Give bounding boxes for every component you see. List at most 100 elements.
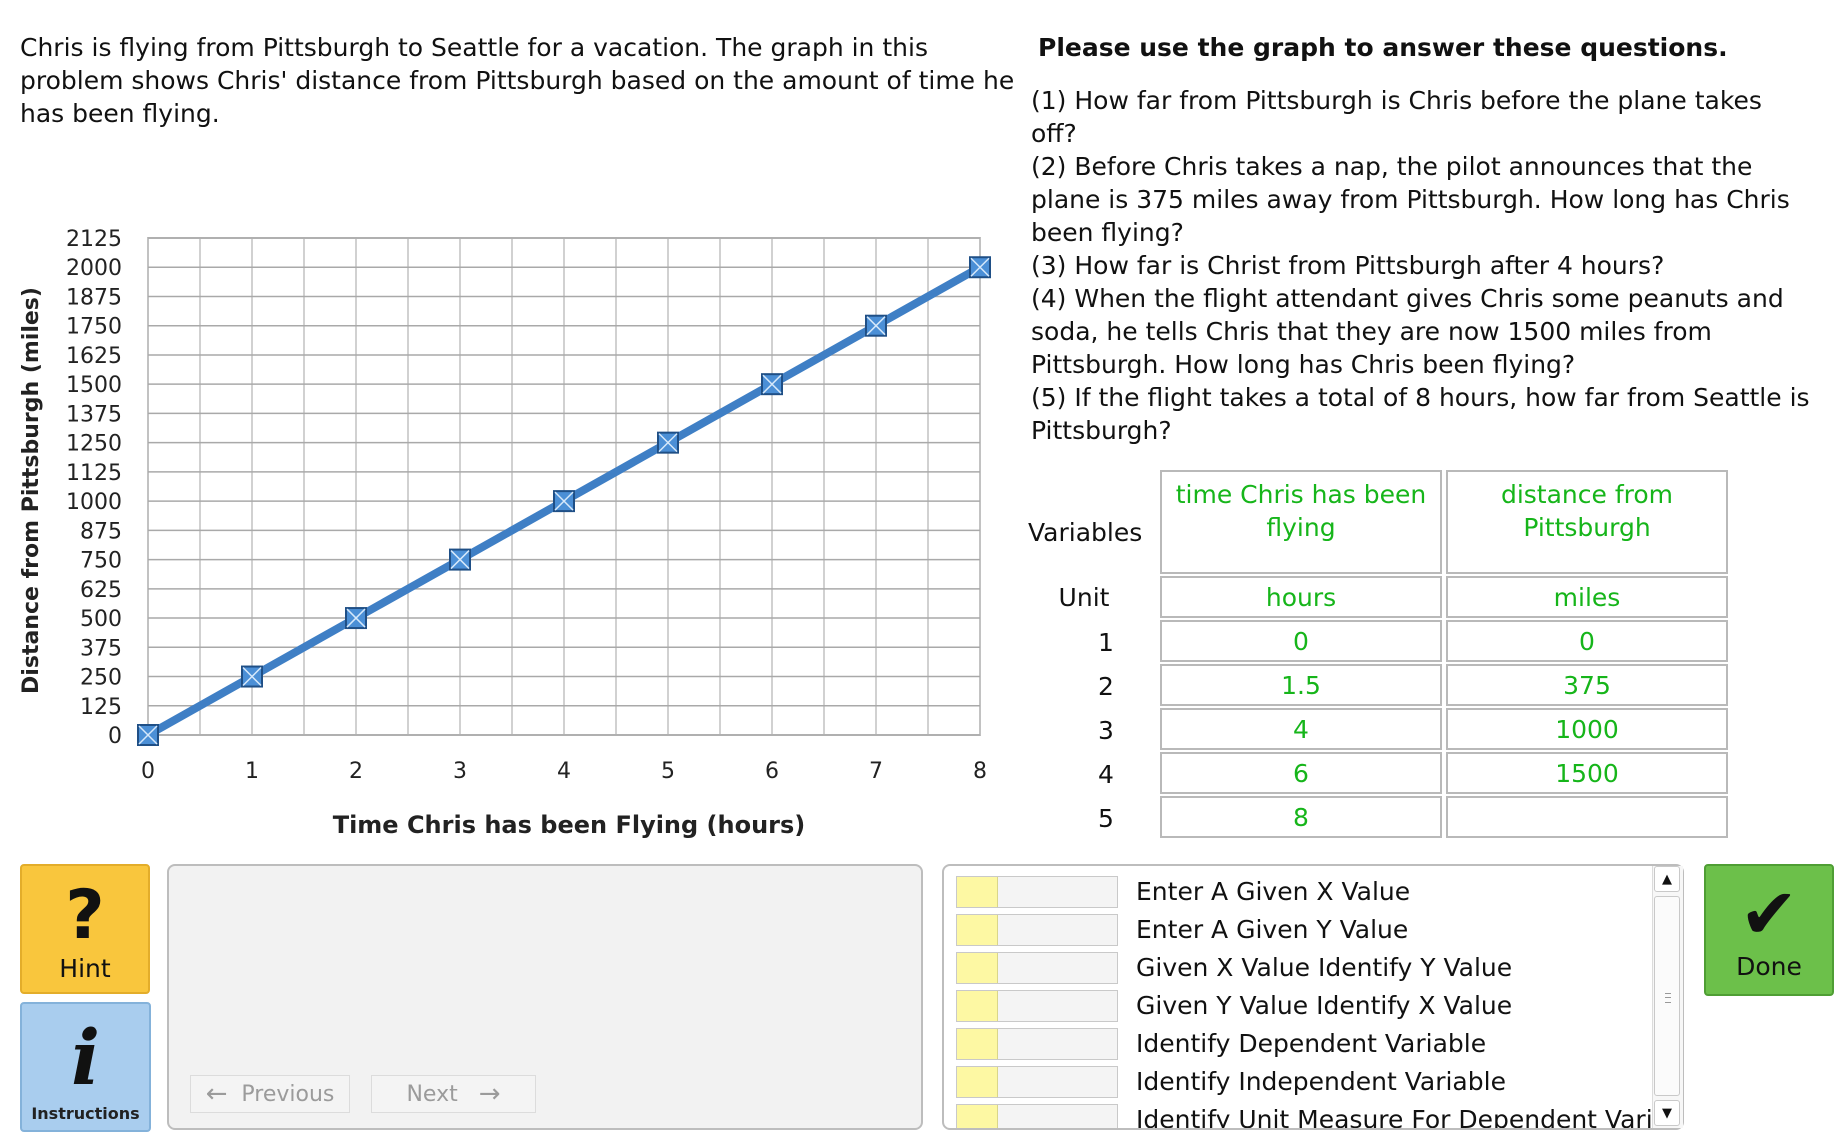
skill-progress-bar [956,1104,1118,1128]
x-tick-label: 6 [765,759,779,784]
skills-panel: Enter A Given X Value Enter A Given Y Va… [942,864,1684,1130]
distance-time-chart: 0125250375500625750875100011251250137515… [19,227,991,839]
skill-name: Given X Value Identify Y Value [1136,953,1513,982]
skill-progress-bar [956,1028,1118,1060]
cell-x[interactable]: 8 [1160,796,1442,838]
cell-y[interactable]: 1000 [1446,708,1728,750]
skill-name: Identify Unit Measure For Dependent Vari… [1136,1105,1684,1130]
y-tick-label: 1125 [66,461,122,486]
cell-y[interactable]: 0 [1446,620,1728,662]
row-number: 5 [1098,804,1114,833]
row-number: 3 [1098,716,1114,745]
y-axis-label: Distance from Pittsburgh (miles) [19,287,44,694]
y-tick-label: 500 [80,607,122,632]
skill-row: Identify Dependent Variable [956,1028,1656,1060]
checkmark-icon: ✔ [1739,873,1799,955]
y-tick-label: 0 [108,724,122,749]
variables-label: Variables [1028,518,1143,547]
arrow-left-icon: ← [205,1079,228,1109]
x-axis-label: Time Chris has been Flying (hours) [333,811,806,839]
x-tick-label: 7 [869,759,883,784]
arrow-right-icon: → [478,1079,501,1109]
row-number: 4 [1098,760,1114,789]
instructions-label: Instructions [31,1104,140,1123]
row-number: 1 [1098,628,1114,657]
skill-progress-bar [956,952,1118,984]
y-tick-label: 125 [80,695,122,720]
cell-x[interactable]: 0 [1160,620,1442,662]
question-mark-icon: ? [65,876,105,955]
x-tick-label: 2 [349,759,363,784]
y-tick-label: 1500 [66,373,122,398]
problem-statement: Chris is flying from Pittsburgh to Seatt… [20,33,1015,128]
question-1: (1) How far from Pittsburgh is Chris bef… [1031,86,1762,148]
skill-progress-bar [956,1066,1118,1098]
cell-x[interactable]: 6 [1160,752,1442,794]
header-independent-variable[interactable]: time Chris has been flying [1160,470,1442,574]
skill-row: Enter A Given X Value [956,876,1656,908]
previous-label: Previous [241,1081,335,1107]
skill-row: Enter A Given Y Value [956,914,1656,946]
x-tick-label: 1 [245,759,259,784]
x-tick-label: 3 [453,759,467,784]
header-dependent-variable[interactable]: distance from Pittsburgh [1446,470,1728,574]
previous-button[interactable]: ← Previous [190,1075,350,1113]
question-4: (4) When the flight attendant gives Chri… [1031,284,1784,379]
scroll-down-arrow-icon[interactable]: ▼ [1654,1100,1680,1126]
unit-label: Unit [1058,583,1110,612]
cell-x[interactable]: 1.5 [1160,664,1442,706]
skill-row: Identify Independent Variable [956,1066,1656,1098]
y-tick-label: 1625 [66,344,122,369]
scroll-thumb[interactable] [1654,896,1680,1096]
scroll-up-arrow-icon[interactable]: ▲ [1654,866,1680,892]
skill-progress-bar [956,914,1118,946]
skill-row: Identify Unit Measure For Dependent Vari… [956,1104,1682,1128]
skill-name: Given Y Value Identify X Value [1136,991,1513,1020]
cell-y-input[interactable] [1446,796,1728,838]
skill-name: Enter A Given X Value [1136,877,1411,906]
info-icon: i [71,1013,100,1102]
y-tick-label: 2125 [66,227,122,252]
unit-dependent[interactable]: miles [1446,576,1728,618]
questions-heading: Please use the graph to answer these que… [1038,33,1728,62]
y-tick-label: 2000 [66,256,122,281]
y-tick-label: 1875 [66,285,122,310]
skill-name: Identify Dependent Variable [1136,1029,1487,1058]
skill-progress-bar [956,990,1118,1022]
skill-row: Given X Value Identify Y Value [956,952,1656,984]
variables-table: Variables Unit time Chris has been flyin… [1028,470,1728,838]
x-tick-label: 0 [141,759,155,784]
x-tick-label: 5 [661,759,675,784]
skill-row: Given Y Value Identify X Value [956,990,1656,1022]
question-2: (2) Before Chris takes a nap, the pilot … [1031,152,1790,247]
cell-y[interactable]: 1500 [1446,752,1728,794]
next-button[interactable]: Next → [371,1075,536,1113]
done-label: Done [1736,952,1802,981]
y-tick-label: 875 [80,519,122,544]
questions-list: (1) How far from Pittsburgh is Chris bef… [1031,84,1811,447]
y-tick-label: 750 [80,549,122,574]
unit-independent[interactable]: hours [1160,576,1442,618]
hint-label: Hint [59,954,111,983]
cell-y[interactable]: 375 [1446,664,1728,706]
skill-name: Enter A Given Y Value [1136,915,1409,944]
y-tick-label: 1250 [66,432,122,457]
y-tick-label: 375 [80,636,122,661]
y-tick-label: 1750 [66,315,122,340]
skill-progress-bar [956,876,1118,908]
instructions-button[interactable]: i Instructions [20,1002,151,1132]
question-5: (5) If the flight takes a total of 8 hou… [1031,383,1810,445]
question-3: (3) How far is Christ from Pittsburgh af… [1031,251,1665,280]
row-number: 2 [1098,672,1114,701]
y-tick-label: 250 [80,666,122,691]
next-label: Next [406,1081,458,1107]
x-tick-label: 4 [557,759,571,784]
y-tick-label: 1000 [66,490,122,515]
y-tick-label: 1375 [66,402,122,427]
hint-button[interactable]: ? Hint [20,864,150,994]
skill-name: Identify Independent Variable [1136,1067,1506,1096]
y-tick-label: 625 [80,578,122,603]
cell-x[interactable]: 4 [1160,708,1442,750]
x-tick-label: 8 [973,759,987,784]
done-button[interactable]: ✔ Done [1704,864,1834,996]
